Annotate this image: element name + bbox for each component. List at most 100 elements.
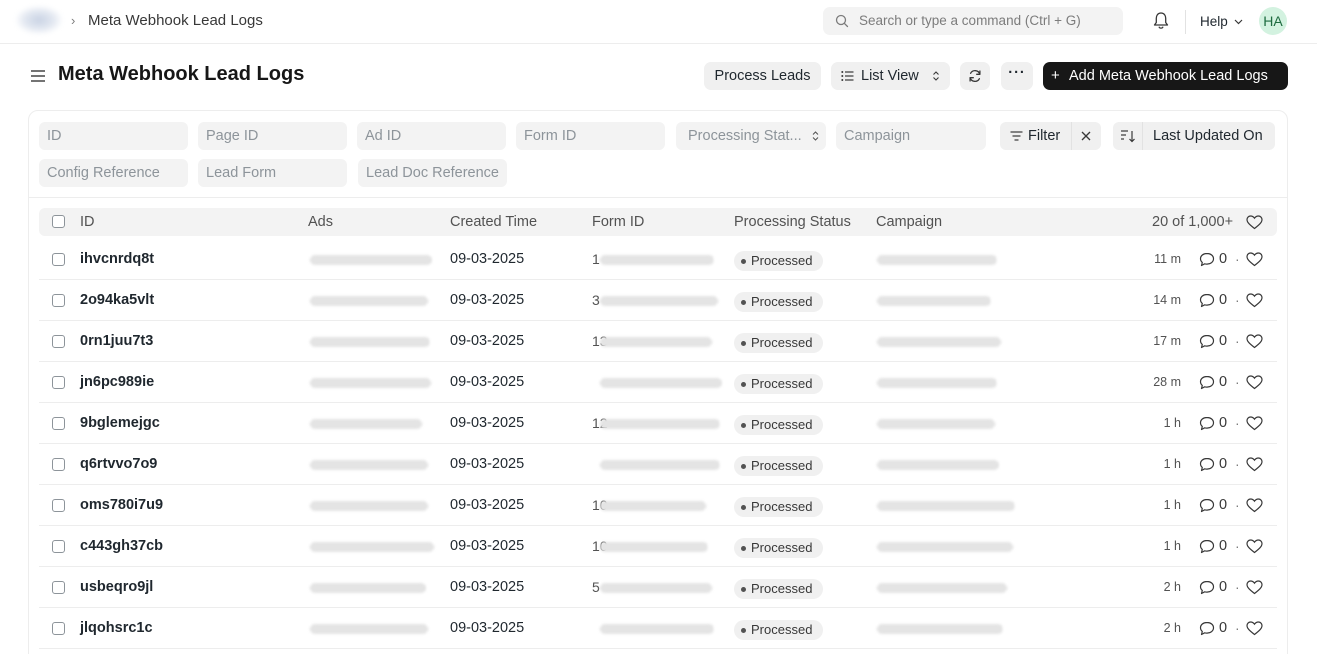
table-row[interactable]: 9bglemejgc09-03-202512Processed1 h0· [39,403,1277,444]
filter-id-input[interactable]: ID [39,122,188,150]
row-checkbox[interactable] [52,458,65,471]
filter-processing-status-select[interactable]: Processing Stat... [676,122,826,150]
meta-separator: · [1235,620,1240,636]
status-label: Processed [751,540,813,555]
heart-icon[interactable] [1246,621,1263,636]
row-id[interactable]: c443gh37cb [80,526,163,567]
process-leads-button[interactable]: Process Leads [704,62,821,90]
comment-icon[interactable] [1199,293,1215,308]
column-header-id[interactable]: ID [80,208,95,236]
column-header-form-id[interactable]: Form ID [592,208,644,236]
comment-icon[interactable] [1199,580,1215,595]
row-id[interactable]: jn6pc989ie [80,362,154,403]
sort-order-icon[interactable] [1120,129,1136,143]
list-view-selector[interactable]: List View [831,62,950,90]
row-id[interactable]: 0rn1juu7t3 [80,321,153,362]
heart-icon[interactable] [1246,215,1263,230]
row-id[interactable]: 9bglemejgc [80,403,160,444]
status-dot [741,259,746,264]
column-header-ads[interactable]: Ads [308,208,333,236]
app-logo[interactable] [16,6,62,34]
status-dot [741,341,746,346]
redacted-form-id-value [600,378,722,388]
row-checkbox[interactable] [52,253,65,266]
row-checkbox[interactable] [52,499,65,512]
chevron-down-icon[interactable] [1234,17,1243,26]
comment-icon[interactable] [1199,498,1215,513]
help-menu[interactable]: Help [1200,14,1228,29]
row-checkbox[interactable] [52,294,65,307]
column-header-campaign[interactable]: Campaign [876,208,942,236]
filter-button[interactable]: Filter [1000,122,1101,150]
heart-icon[interactable] [1246,252,1263,267]
status-badge: Processed [734,538,824,558]
table-row[interactable]: q6rtvvo7o9 09-03-2025 Processed 1 h 0 · [39,444,1277,485]
comment-count: 0 [1219,292,1228,308]
row-checkbox[interactable] [52,376,65,389]
select-all-checkbox[interactable] [52,215,65,228]
sidebar-toggle-icon[interactable] [30,68,46,84]
add-record-button[interactable]: + Add Meta Webhook Lead Logs [1043,62,1288,90]
row-checkbox[interactable] [52,540,65,553]
search-icon [835,14,849,28]
comment-icon[interactable] [1199,457,1215,472]
row-modified-time: 1 h [1163,539,1181,553]
table-row[interactable]: oms780i7u909-03-202510Processed1 h0· [39,485,1277,526]
row-id[interactable]: ihvcnrdq8t [80,239,154,280]
meta-separator: · [1235,374,1240,390]
row-checkbox[interactable] [52,417,65,430]
sort-selector[interactable]: Last Updated On [1113,122,1275,150]
filter-page-id-input[interactable]: Page ID [198,122,347,150]
table-row[interactable]: jlqohsrc1c 09-03-2025 Processed 2 h 0 · [39,608,1277,649]
heart-icon[interactable] [1246,375,1263,390]
filter-ad-id-input[interactable]: Ad ID [357,122,506,150]
column-header-processing-status[interactable]: Processing Status [734,208,851,236]
more-actions-button[interactable]: ··· [1001,62,1033,90]
heart-icon[interactable] [1246,498,1263,513]
notification-bell-icon[interactable] [1152,11,1170,31]
table-row[interactable]: 0rn1juu7t309-03-202513Processed17 m0· [39,321,1277,362]
user-avatar[interactable]: HA [1259,7,1287,35]
filter-campaign-input[interactable]: Campaign [836,122,986,150]
comment-icon[interactable] [1199,375,1215,390]
row-id[interactable]: 2o94ka5vlt [80,280,154,321]
breadcrumb-current[interactable]: Meta Webhook Lead Logs [88,12,263,29]
row-checkbox[interactable] [52,581,65,594]
row-id[interactable]: usbeqro9jl [80,567,153,608]
table-row[interactable]: ihvcnrdq8t 09-03-2025 1 Processed 11 m 0 · [39,239,1277,280]
table-row[interactable]: 2o94ka5vlt 09-03-2025 3 Processed 14 m 0 · [39,280,1277,321]
search-bar[interactable]: Search or type a command (Ctrl + G) [823,7,1123,35]
comment-icon[interactable] [1199,334,1215,349]
top-navbar: › Meta Webhook Lead Logs Search or type … [0,0,1317,44]
comment-icon[interactable] [1199,252,1215,267]
row-form-id-prefix: 3 [592,292,600,308]
clear-filter-icon[interactable] [1081,131,1091,141]
heart-icon[interactable] [1246,580,1263,595]
filter-form-id-input[interactable]: Form ID [516,122,665,150]
comment-icon[interactable] [1199,621,1215,636]
heart-icon[interactable] [1246,293,1263,308]
filter-lead-doc-reference-input[interactable]: Lead Doc Reference [358,159,507,187]
table-row[interactable]: jn6pc989ie 09-03-2025 Processed 28 m 0 · [39,362,1277,403]
filter-config-reference-input[interactable]: Config Reference [39,159,188,187]
row-checkbox[interactable] [52,335,65,348]
row-checkbox[interactable] [52,622,65,635]
heart-icon[interactable] [1246,334,1263,349]
list-card: ID Page ID Ad ID Form ID Processing Stat… [28,110,1288,654]
row-id[interactable]: jlqohsrc1c [80,608,153,649]
comment-icon[interactable] [1199,539,1215,554]
filter-lead-form-input[interactable]: Lead Form [198,159,347,187]
heart-icon[interactable] [1246,416,1263,431]
refresh-button[interactable] [960,62,990,90]
heart-icon[interactable] [1246,539,1263,554]
table-row[interactable]: c443gh37cb09-03-202510Processed1 h0· [39,526,1277,567]
heart-icon[interactable] [1246,457,1263,472]
table-row[interactable]: usbeqro9jl 09-03-2025 5 Processed 2 h 0 · [39,567,1277,608]
row-id[interactable]: oms780i7u9 [80,485,163,526]
column-header-created-time[interactable]: Created Time [450,208,537,236]
navbar-divider [1185,10,1186,34]
comment-icon[interactable] [1199,416,1215,431]
row-id[interactable]: q6rtvvo7o9 [80,444,157,485]
row-created-time: 09-03-2025 [450,415,525,431]
redacted-form-id-value [600,542,708,552]
